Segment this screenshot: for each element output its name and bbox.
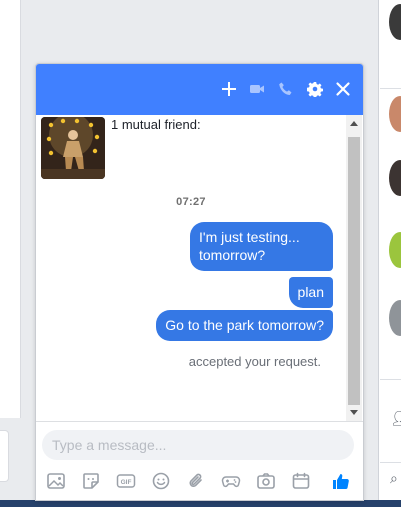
left-panel	[0, 0, 21, 418]
sticker-icon[interactable]	[80, 470, 102, 492]
thumbs-up-icon[interactable]	[330, 470, 352, 492]
message-list[interactable]: 1 mutual friend: 07:27 I'm just testing.…	[36, 115, 346, 421]
camera-icon[interactable]	[255, 470, 277, 492]
contact-photo[interactable]	[41, 117, 105, 179]
page-bottom-bar	[0, 500, 401, 507]
emoji-icon[interactable]	[150, 470, 172, 492]
contacts-divider	[380, 88, 401, 89]
scrollbar-thumb[interactable]	[348, 137, 360, 405]
gear-icon[interactable]	[305, 79, 325, 99]
chat-header[interactable]	[36, 64, 363, 115]
scroll-down-arrow-icon[interactable]	[350, 410, 358, 415]
gif-label: GIF	[121, 479, 132, 486]
plus-icon[interactable]	[219, 79, 239, 99]
left-panel-card	[0, 430, 9, 482]
game-controller-icon[interactable]	[220, 470, 242, 492]
phone-icon[interactable]	[276, 79, 296, 99]
attachment-icon[interactable]	[185, 470, 207, 492]
message-bubble[interactable]: Go to the park tomorrow?	[156, 310, 333, 341]
search-icon[interactable]: ⌕	[390, 470, 398, 487]
video-camera-icon[interactable]	[247, 79, 267, 99]
calendar-icon[interactable]	[290, 470, 312, 492]
request-status-text: accepted your request.	[188, 354, 321, 369]
scroll-up-arrow-icon[interactable]	[350, 121, 358, 126]
composer: GIF	[36, 421, 363, 500]
composer-toolbar: GIF	[36, 468, 363, 494]
contacts-divider	[380, 379, 401, 380]
message-bubble[interactable]: I'm just testing... tomorrow?	[190, 222, 333, 271]
message-input[interactable]	[42, 430, 354, 460]
contacts-divider	[380, 462, 401, 463]
person-icon[interactable]: 👤︎	[390, 410, 401, 427]
message-timestamp: 07:27	[176, 196, 206, 208]
close-icon[interactable]	[333, 79, 353, 99]
mutual-friends-text: 1 mutual friend:	[111, 117, 201, 132]
message-bubble[interactable]: plan	[288, 277, 333, 308]
gif-icon[interactable]: GIF	[115, 470, 137, 492]
chat-window: 1 mutual friend: 07:27 I'm just testing.…	[35, 63, 364, 501]
scrollbar[interactable]	[346, 115, 362, 421]
photo-icon[interactable]	[45, 470, 67, 492]
